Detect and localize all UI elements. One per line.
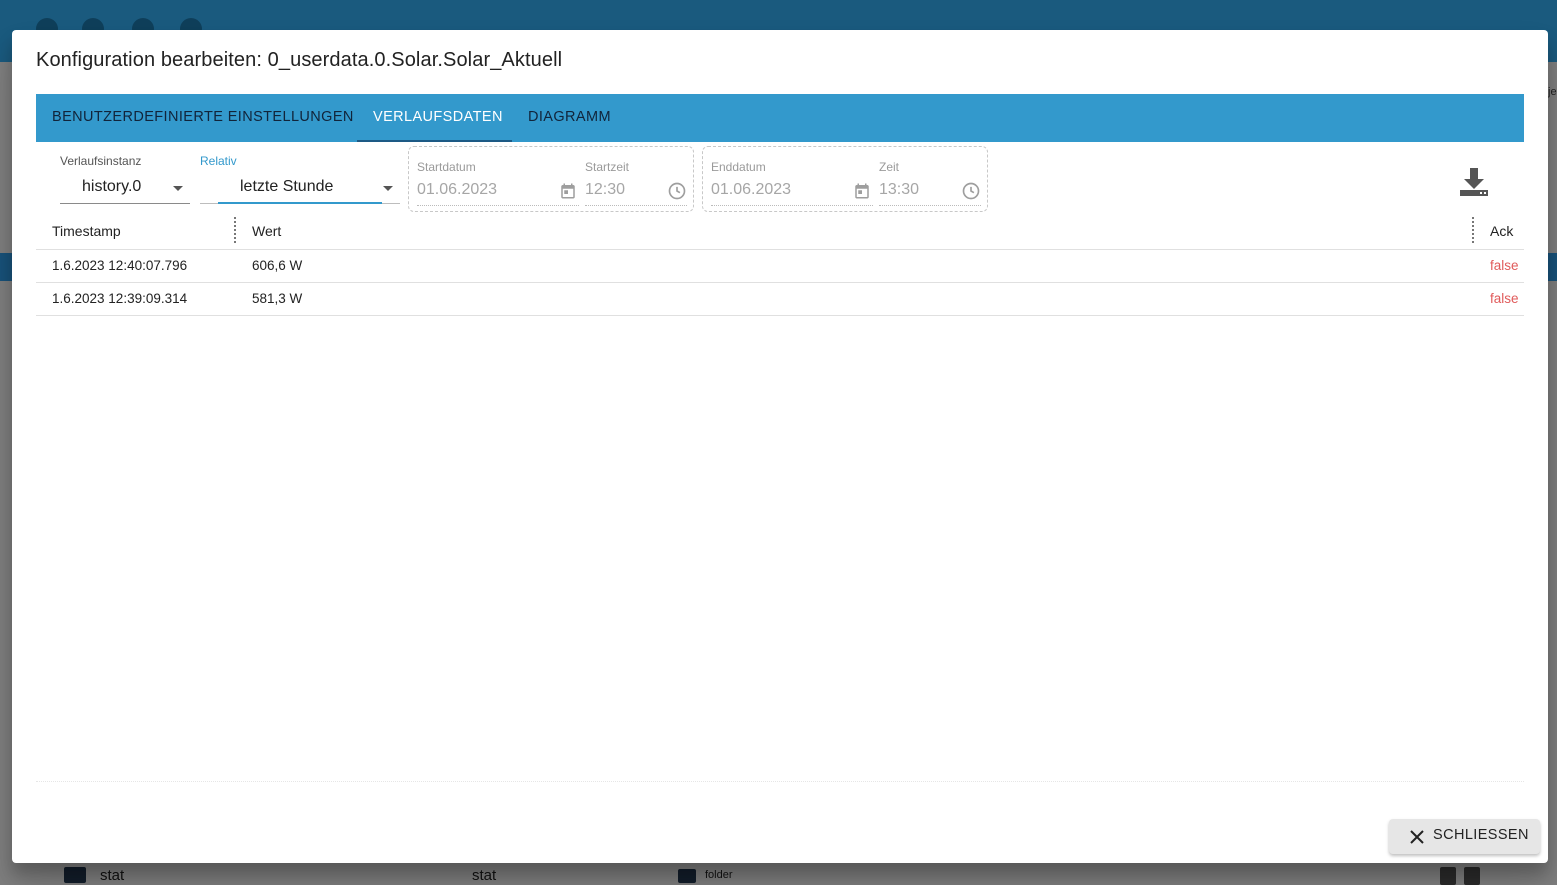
object-name: stat bbox=[100, 867, 125, 884]
instance-select[interactable]: history.0 bbox=[60, 172, 190, 204]
instance-value: history.0 bbox=[82, 178, 142, 195]
background-table-row: stat stat folder bbox=[0, 863, 1557, 885]
selected-row-stripe bbox=[0, 253, 12, 281]
folder-icon bbox=[678, 869, 696, 883]
start-date-label: Startdatum bbox=[417, 160, 476, 174]
close-icon bbox=[1410, 830, 1424, 844]
instance-label: Verlaufsinstanz bbox=[60, 154, 142, 168]
end-date-input[interactable]: 01.06.2023 bbox=[711, 181, 791, 199]
column-header-value[interactable]: Wert bbox=[252, 223, 281, 239]
edit-icon[interactable] bbox=[1440, 867, 1456, 885]
config-dialog: Konfiguration bearbeiten: 0_userdata.0.S… bbox=[12, 30, 1548, 863]
cell-ack: false bbox=[1490, 291, 1519, 306]
object-type: folder bbox=[705, 869, 733, 881]
column-header-ack[interactable]: Ack bbox=[1490, 223, 1513, 239]
cell-value: 606,6 W bbox=[252, 258, 303, 273]
caret-down-icon bbox=[173, 186, 183, 191]
clock-icon[interactable] bbox=[961, 181, 981, 201]
table-footer-line bbox=[36, 781, 1524, 782]
end-time-input[interactable]: 13:30 bbox=[879, 181, 919, 199]
delete-icon[interactable] bbox=[1464, 867, 1480, 885]
cell-timestamp: 1.6.2023 12:40:07.796 bbox=[52, 258, 188, 273]
column-separator[interactable] bbox=[1472, 217, 1474, 243]
clock-icon[interactable] bbox=[667, 181, 687, 201]
object-id: stat bbox=[472, 867, 497, 884]
close-button-label: SCHLIESSEN bbox=[1433, 827, 1529, 843]
cell-value: 581,3 W bbox=[252, 291, 303, 306]
column-separator[interactable] bbox=[234, 217, 236, 243]
cell-timestamp: 1.6.2023 12:39:09.314 bbox=[52, 291, 188, 306]
start-range-group: Startdatum 01.06.2023 Startzeit 12:30 bbox=[408, 146, 694, 212]
corner-text: je bbox=[1548, 86, 1557, 98]
start-time-label: Startzeit bbox=[585, 160, 630, 174]
relative-label: Relativ bbox=[200, 154, 237, 168]
tab-chart[interactable]: DIAGRAMM bbox=[512, 94, 627, 142]
caret-down-icon bbox=[383, 186, 393, 191]
end-range-group: Enddatum 01.06.2023 Zeit 13:30 bbox=[702, 146, 988, 212]
calendar-icon[interactable] bbox=[559, 182, 577, 200]
close-button[interactable]: SCHLIESSEN bbox=[1389, 819, 1540, 854]
start-date-input[interactable]: 01.06.2023 bbox=[417, 181, 497, 199]
cell-ack: false bbox=[1490, 258, 1519, 273]
tab-indicator bbox=[357, 140, 512, 142]
selected-row-stripe-right bbox=[1548, 253, 1557, 281]
calendar-icon[interactable] bbox=[853, 182, 871, 200]
dialog-title: Konfiguration bearbeiten: 0_userdata.0.S… bbox=[36, 49, 563, 71]
column-header-timestamp[interactable]: Timestamp bbox=[52, 223, 121, 239]
folder-icon bbox=[64, 867, 86, 883]
end-date-label: Enddatum bbox=[711, 160, 766, 174]
end-time-label: Zeit bbox=[879, 160, 900, 174]
download-icon[interactable] bbox=[1456, 164, 1492, 200]
tab-history-data[interactable]: VERLAUFSDATEN bbox=[357, 94, 519, 142]
tab-bar: BENUTZERDEFINIERTE EINSTELLUNGEN VERLAUF… bbox=[36, 94, 1524, 142]
start-time-input[interactable]: 12:30 bbox=[585, 181, 625, 199]
relative-value: letzte Stunde bbox=[240, 178, 334, 195]
tab-custom-settings[interactable]: BENUTZERDEFINIERTE EINSTELLUNGEN bbox=[36, 94, 370, 142]
relative-select[interactable]: letzte Stunde bbox=[200, 172, 400, 204]
